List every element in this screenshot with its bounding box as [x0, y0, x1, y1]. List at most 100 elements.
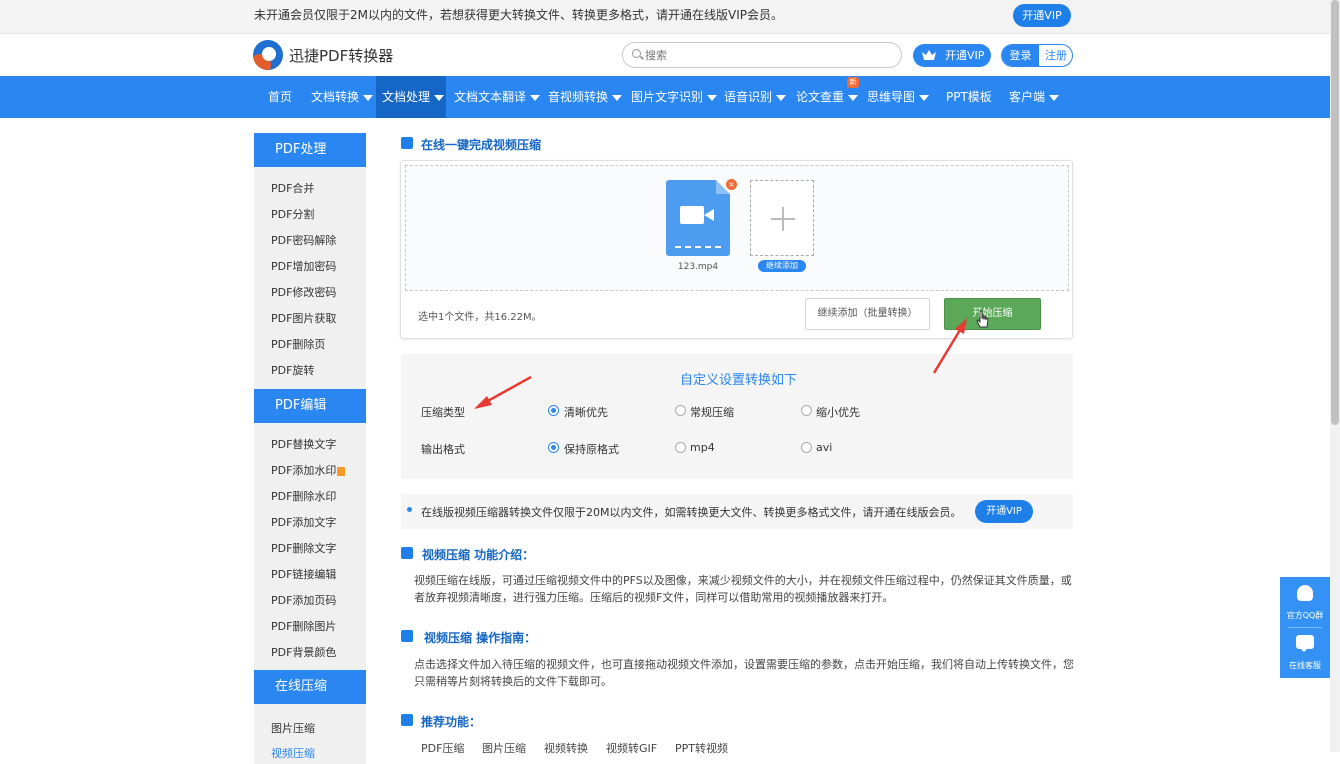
- video-file-icon[interactable]: [666, 180, 730, 256]
- qq-group-label[interactable]: 官方QQ群: [1280, 610, 1330, 621]
- nav-mindmap[interactable]: 思维导图: [867, 76, 930, 118]
- video-camera-icon: [680, 206, 704, 224]
- remove-file-icon[interactable]: ×: [726, 179, 737, 190]
- header-vip-label: 开通VIP: [945, 49, 985, 62]
- radio-label[interactable]: 清晰优先: [564, 404, 608, 420]
- radio-mp4[interactable]: [675, 442, 686, 453]
- sidebar-item-pdf-background[interactable]: PDF背景颜色: [271, 644, 336, 660]
- chevron-down-icon: [612, 94, 623, 101]
- nav-ppt-template[interactable]: PPT模板: [946, 76, 992, 118]
- brand-name[interactable]: 迅捷PDF转换器: [289, 45, 393, 66]
- sidebar-group-bg: [254, 167, 366, 389]
- auth-group: 登录 注册: [1001, 44, 1073, 67]
- radio-avi[interactable]: [801, 442, 812, 453]
- recommend-item[interactable]: 视频转GIF: [606, 740, 657, 756]
- nav-av-convert[interactable]: 音视频转换: [548, 76, 623, 118]
- radio-normal-compress[interactable]: [675, 405, 686, 416]
- radio-label[interactable]: 常规压缩: [690, 404, 734, 420]
- recommend-item[interactable]: 图片压缩: [482, 740, 526, 756]
- online-service-label[interactable]: 在线客服: [1280, 660, 1330, 671]
- chevron-down-icon: [776, 94, 787, 101]
- chevron-down-icon: [848, 94, 859, 101]
- search-input[interactable]: [645, 46, 885, 64]
- nav-home[interactable]: 首页: [256, 76, 304, 118]
- top-notice-bar: 未开通会员仅限于2M以内的文件，若想获得更大转换文件、转换更多格式，请开通在线版…: [0, 0, 1330, 34]
- nav-ocr[interactable]: 图片文字识别: [631, 76, 718, 118]
- qq-penguin-icon[interactable]: [1297, 585, 1313, 601]
- guide-title: 视频压缩 操作指南：: [424, 631, 537, 645]
- chevron-down-icon: [919, 94, 930, 101]
- sidebar-item-pdf-rotate[interactable]: PDF旋转: [271, 362, 314, 378]
- vip-notice-text: 未开通会员仅限于2M以内的文件，若想获得更大转换文件、转换更多格式，请开通在线版…: [254, 8, 783, 22]
- nav-speech[interactable]: 语音识别: [724, 76, 787, 118]
- crown-icon: [922, 50, 936, 60]
- chevron-down-icon: [434, 94, 445, 101]
- intro-text: 视频压缩在线版，可通过压缩视频文件中的PFS以及图像，来减少视频文件的大小，并在…: [414, 574, 1072, 604]
- radio-keep-format[interactable]: [548, 442, 559, 453]
- sidebar-item-pdf-replace-text[interactable]: PDF替换文字: [271, 436, 336, 452]
- intro-doc-icon: [401, 547, 413, 559]
- chevron-down-icon: [707, 94, 718, 101]
- scrollbar-thumb[interactable]: [1331, 0, 1339, 425]
- compress-type-label: 压缩类型: [421, 406, 465, 419]
- file-drop-zone[interactable]: [405, 165, 1069, 291]
- search-icon: [632, 49, 641, 58]
- header-vip-button[interactable]: 开通VIP: [913, 44, 991, 67]
- nav-doc-process[interactable]: 文档处理: [376, 76, 446, 118]
- chevron-down-icon: [1049, 94, 1060, 101]
- recommend-item[interactable]: 视频转换: [544, 740, 588, 756]
- file-name: 123.mp4: [677, 262, 719, 272]
- register-button[interactable]: 注册: [1039, 45, 1072, 66]
- chat-bubble-icon[interactable]: [1296, 635, 1314, 652]
- radio-label[interactable]: avi: [816, 441, 832, 454]
- intro-title: 视频压缩 功能介绍：: [422, 548, 535, 562]
- sidebar-item-pdf-change-password[interactable]: PDF修改密码: [271, 284, 336, 300]
- sidebar-group-pdf-edit[interactable]: PDF编辑: [254, 389, 366, 423]
- sidebar-item-pdf-unlock[interactable]: PDF密码解除: [271, 232, 336, 248]
- sidebar-item-pdf-add-text[interactable]: PDF添加文字: [271, 514, 336, 530]
- sidebar-item-image-compress[interactable]: 图片压缩: [271, 720, 315, 736]
- radio-label[interactable]: 保持原格式: [564, 441, 619, 457]
- brand-logo-icon[interactable]: [253, 40, 283, 70]
- sidebar-item-pdf-page-number[interactable]: PDF添加页码: [271, 592, 336, 608]
- nav-doc-convert[interactable]: 文档转换: [300, 76, 384, 118]
- start-compress-button[interactable]: 开始压缩: [944, 298, 1041, 330]
- search-box[interactable]: [622, 42, 902, 68]
- sidebar-item-pdf-delete-text[interactable]: PDF删除文字: [271, 540, 336, 556]
- sidebar-item-pdf-merge[interactable]: PDF合并: [271, 180, 314, 196]
- info-vip-button[interactable]: 开通VIP: [975, 500, 1033, 523]
- star-icon: [401, 714, 413, 726]
- page-title: 在线一键完成视频压缩: [421, 138, 542, 152]
- sidebar-item-pdf-remove-watermark[interactable]: PDF删除水印: [271, 488, 336, 504]
- sidebar-group-pdf-process[interactable]: PDF处理: [254, 133, 366, 167]
- recommend-item[interactable]: PPT转视频: [675, 740, 728, 756]
- radio-label[interactable]: 缩小优先: [816, 404, 860, 420]
- add-file-box[interactable]: [750, 180, 814, 256]
- chevron-down-icon: [363, 94, 374, 101]
- radio-label[interactable]: mp4: [690, 441, 715, 454]
- sidebar-item-pdf-link-edit[interactable]: PDF链接编辑: [271, 566, 336, 582]
- site-header: 迅捷PDF转换器 开通VIP 登录 注册: [0, 34, 1330, 76]
- limit-info-text: 在线版视频压缩器转换文件仅限于20M以内文件，如需转换更大文件、转换更多格式文件…: [421, 506, 962, 519]
- sidebar-item-pdf-delete-page[interactable]: PDF删除页: [271, 336, 325, 352]
- selection-info: 选中1个文件，共16.22M。: [418, 312, 542, 323]
- sidebar-item-video-compress[interactable]: 视频压缩: [271, 745, 315, 761]
- nav-doc-translate[interactable]: 文档文本翻译: [454, 76, 541, 118]
- sidebar-item-pdf-add-watermark[interactable]: PDF添加水印: [271, 462, 346, 478]
- login-button[interactable]: 登录: [1002, 45, 1039, 66]
- sidebar-group-online-compress[interactable]: 在线压缩: [254, 670, 366, 704]
- recommend-title: 推荐功能：: [421, 715, 482, 729]
- word-doc-icon: [401, 137, 413, 149]
- recommend-item[interactable]: PDF压缩: [421, 740, 464, 756]
- top-vip-button[interactable]: 开通VIP: [1013, 4, 1071, 27]
- radio-clarity-first[interactable]: [548, 405, 559, 416]
- sidebar-item-pdf-add-password[interactable]: PDF增加密码: [271, 258, 336, 274]
- sidebar-item-pdf-extract-images[interactable]: PDF图片获取: [271, 310, 336, 326]
- sidebar-item-pdf-delete-image[interactable]: PDF删除图片: [271, 618, 336, 634]
- sidebar-item-pdf-split[interactable]: PDF分割: [271, 206, 314, 222]
- nav-client[interactable]: 客户端: [1009, 76, 1060, 118]
- batch-add-button[interactable]: 继续添加（批量转换）: [805, 298, 930, 330]
- guide-doc-icon: [401, 630, 413, 642]
- add-more-label[interactable]: 继续添加: [758, 260, 806, 272]
- radio-smaller-first[interactable]: [801, 405, 812, 416]
